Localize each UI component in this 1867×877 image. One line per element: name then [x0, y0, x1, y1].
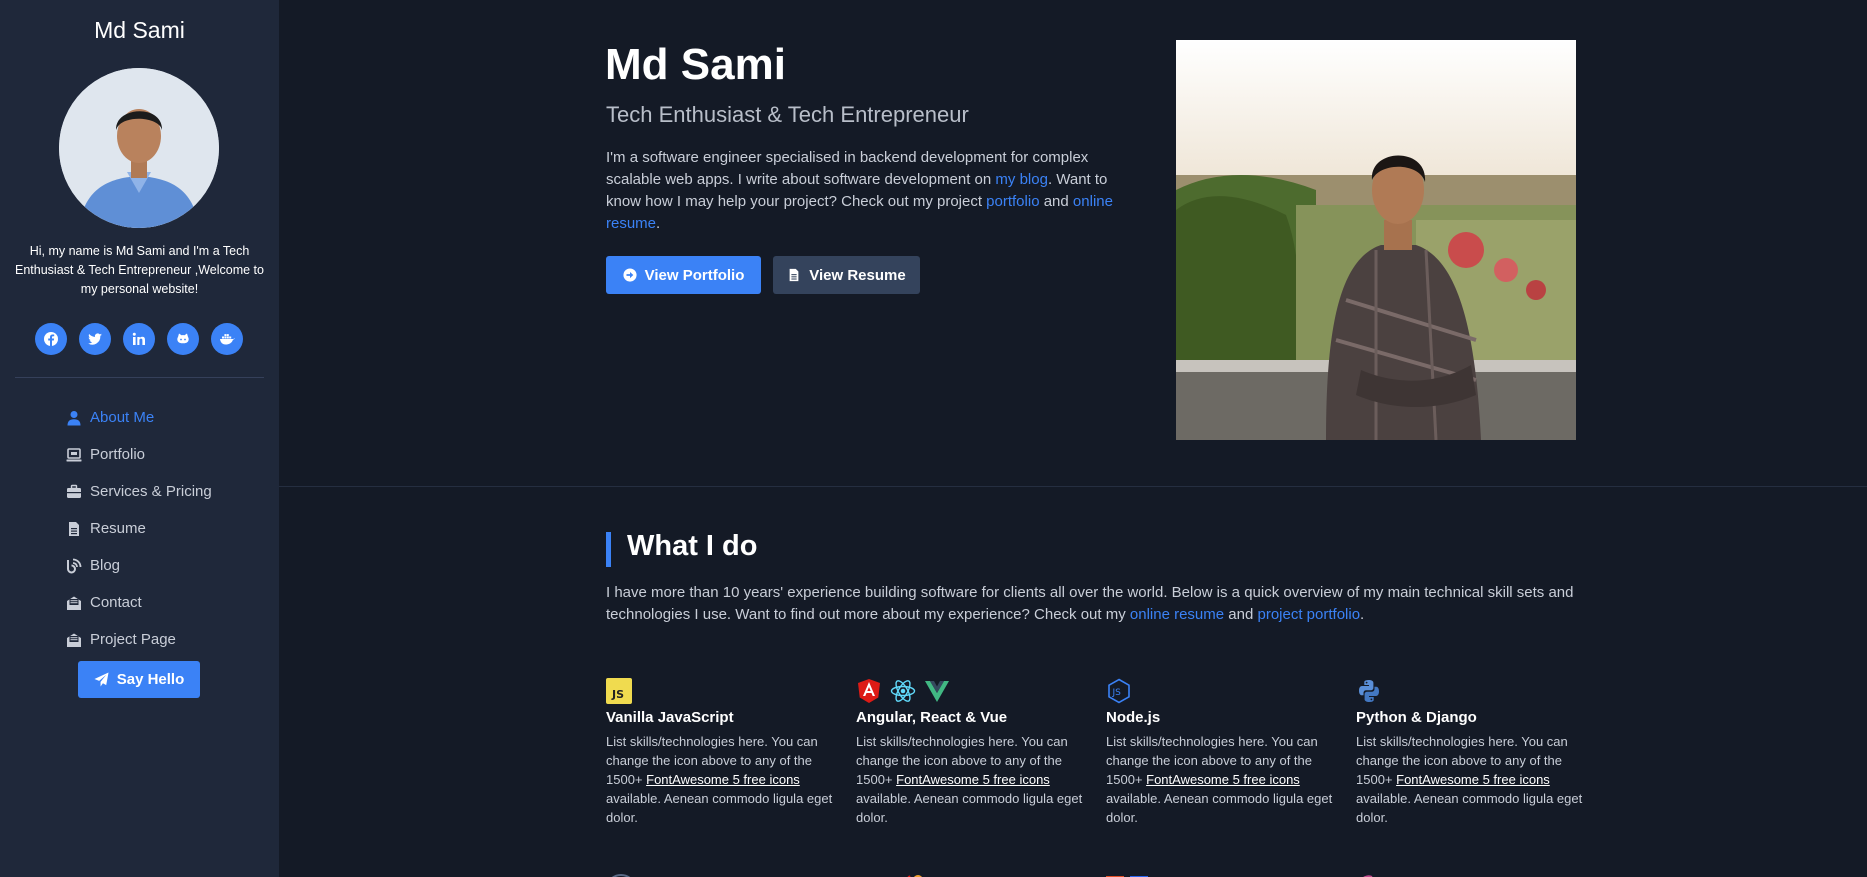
skill-title: Python & Django — [1356, 709, 1477, 726]
section-title-accent — [606, 532, 611, 567]
github-link[interactable] — [167, 323, 199, 355]
nav-item-services-pricing[interactable]: Services & Pricing — [66, 473, 266, 510]
blog-icon — [66, 558, 82, 574]
skill-card: JS Vanilla JavaScript List skills/techno… — [606, 678, 836, 827]
skill-card: JS Node.js List skills/technologies here… — [1106, 678, 1336, 827]
view-portfolio-label: View Portfolio — [644, 266, 745, 284]
angular-icon — [858, 679, 880, 703]
next-skill-icon-peek — [606, 868, 636, 877]
skill-card: Python & Django List skills/technologies… — [1356, 678, 1586, 827]
python-icon — [1359, 680, 1379, 702]
hero-intro: I'm a software engineer specialised in b… — [606, 147, 1126, 235]
intro-text: . — [656, 215, 661, 232]
fontawesome-link[interactable]: FontAwesome 5 free icons — [1146, 772, 1300, 787]
project-portfolio-link[interactable]: project portfolio — [1257, 606, 1360, 623]
what-i-do-intro: I have more than 10 years' experience bu… — [606, 582, 1586, 626]
intro-text: I have more than 10 years' experience bu… — [606, 584, 1574, 623]
nav-item-about-me[interactable]: About Me — [66, 399, 266, 436]
nav-item-blog[interactable]: Blog — [66, 547, 266, 584]
sidebar-divider — [15, 377, 264, 378]
linkedin-link[interactable] — [123, 323, 155, 355]
skill-description: List skills/technologies here. You can c… — [1356, 732, 1586, 827]
laptop-icon — [66, 447, 82, 463]
fontawesome-link[interactable]: FontAwesome 5 free icons — [1396, 772, 1550, 787]
hero-name: Md Sami — [605, 40, 786, 89]
nav-label: Project Page — [90, 631, 176, 648]
section-divider — [279, 486, 1867, 487]
site-name[interactable]: Md Sami — [0, 17, 279, 44]
docker-link[interactable] — [211, 323, 243, 355]
hero-tagline: Tech Enthusiast & Tech Entrepreneur — [606, 102, 969, 127]
avatar — [59, 68, 219, 228]
react-icon — [890, 680, 916, 702]
svg-text:JS: JS — [611, 688, 624, 701]
facebook-icon — [44, 332, 58, 347]
nav-label: Portfolio — [90, 446, 146, 463]
nav-item-portfolio[interactable]: Portfolio — [66, 436, 266, 473]
skill-text: available. Aenean commodo ligula eget do… — [1106, 791, 1333, 825]
briefcase-icon — [66, 484, 82, 500]
facebook-link[interactable] — [35, 323, 67, 355]
twitter-link[interactable] — [79, 323, 111, 355]
file-icon — [789, 268, 799, 282]
portfolio-link[interactable]: portfolio — [986, 193, 1039, 210]
intro-text: . — [1360, 606, 1365, 623]
nav-label: Blog — [90, 557, 121, 574]
next-skill-icon-peek — [1106, 868, 1150, 877]
say-hello-label: Say Hello — [116, 671, 185, 688]
js-icon: JS — [606, 678, 632, 704]
nodejs-icon: JS — [1108, 678, 1130, 704]
svg-text:JS: JS — [1112, 688, 1122, 698]
nav-item-contact[interactable]: Contact — [66, 584, 266, 621]
nav-item-project-page[interactable]: Project Page — [66, 621, 266, 658]
twitter-icon — [88, 333, 102, 345]
nav-label: About Me — [90, 409, 155, 426]
paper-plane-icon — [94, 672, 109, 687]
skill-title: Node.js — [1106, 709, 1161, 726]
social-links — [35, 323, 243, 355]
sidebar-nav: About Me Portfolio Services & Pricing Re… — [66, 399, 266, 658]
envelope-open-icon — [66, 632, 82, 648]
skill-title: Angular, React & Vue — [856, 709, 1008, 726]
skill-text: available. Aenean commodo ligula eget do… — [1356, 791, 1583, 825]
envelope-open-icon — [66, 595, 82, 611]
say-hello-button[interactable]: Say Hello — [78, 661, 200, 698]
next-skill-icon-peek — [1356, 868, 1386, 877]
skill-text: available. Aenean commodo ligula eget do… — [606, 791, 833, 825]
skill-text: available. Aenean commodo ligula eget do… — [856, 791, 1083, 825]
github-icon — [177, 333, 189, 344]
fontawesome-link[interactable]: FontAwesome 5 free icons — [646, 772, 800, 787]
vue-icon — [925, 681, 949, 702]
intro-text: and — [1039, 193, 1073, 210]
skill-description: List skills/technologies here. You can c… — [606, 732, 836, 827]
sidebar-bio: Hi, my name is Md Sami and I'm a Tech En… — [15, 244, 264, 296]
blog-link[interactable]: my blog — [995, 171, 1048, 188]
skill-description: List skills/technologies here. You can c… — [1106, 732, 1336, 827]
skill-title: Vanilla JavaScript — [606, 709, 734, 726]
skill-description: List skills/technologies here. You can c… — [856, 732, 1086, 827]
linkedin-icon — [132, 332, 145, 345]
next-skill-icon-peek — [896, 868, 926, 877]
nav-label: Contact — [90, 594, 142, 611]
view-resume-button[interactable]: View Resume — [773, 256, 920, 294]
view-resume-label: View Resume — [809, 266, 906, 284]
file-icon — [66, 521, 82, 537]
view-portfolio-button[interactable]: View Portfolio — [606, 256, 761, 294]
profile-photo — [1176, 40, 1576, 440]
online-resume-link[interactable]: online resume — [1130, 606, 1224, 623]
intro-text: and — [1224, 606, 1258, 623]
what-i-do-title: What I do — [627, 530, 758, 562]
user-icon — [66, 410, 82, 426]
fontawesome-link[interactable]: FontAwesome 5 free icons — [896, 772, 1050, 787]
arrow-circle-right-icon — [623, 268, 637, 282]
docker-icon — [220, 334, 235, 345]
sidebar: Md Sami Hi, my name is Md Sami and I'm a… — [0, 0, 279, 877]
nav-label: Resume — [90, 520, 146, 537]
skill-card: Angular, React & Vue List skills/technol… — [856, 678, 1086, 827]
nav-label: Services & Pricing — [90, 483, 212, 500]
nav-item-resume[interactable]: Resume — [66, 510, 266, 547]
